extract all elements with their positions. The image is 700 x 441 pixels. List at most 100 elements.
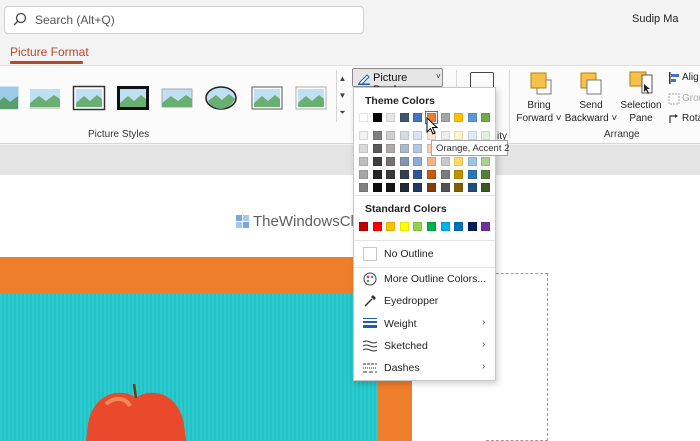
- theme-shade-swatch[interactable]: [372, 157, 382, 166]
- dashes-item[interactable]: Dashes ›: [354, 357, 495, 379]
- theme-color-swatch[interactable]: [359, 113, 368, 122]
- theme-color-swatch[interactable]: [440, 113, 450, 122]
- theme-shade-swatch[interactable]: [427, 170, 436, 179]
- theme-shade-swatch[interactable]: [399, 144, 409, 153]
- theme-shade-swatch[interactable]: [467, 170, 477, 179]
- theme-color-swatch[interactable]: [413, 113, 423, 122]
- theme-shade-swatch[interactable]: [481, 170, 491, 179]
- picture-teal-background[interactable]: [0, 294, 378, 441]
- standard-color-swatch[interactable]: [481, 222, 491, 231]
- theme-shade-swatch[interactable]: [454, 131, 464, 140]
- tab-active-indicator: [10, 61, 83, 64]
- picture-style-thumb[interactable]: [116, 84, 150, 112]
- more-icon[interactable]: ⏷: [337, 104, 348, 121]
- theme-shade-swatch[interactable]: [372, 144, 382, 153]
- theme-shade-swatch[interactable]: [440, 157, 450, 166]
- picture-style-thumb[interactable]: [72, 84, 106, 112]
- standard-color-swatch[interactable]: [467, 222, 477, 231]
- theme-color-swatch[interactable]: [386, 113, 396, 122]
- standard-color-swatch[interactable]: [399, 222, 409, 231]
- scroll-down-icon[interactable]: ▼: [337, 87, 348, 104]
- theme-shade-swatch[interactable]: [454, 157, 464, 166]
- theme-shade-swatch[interactable]: [467, 131, 477, 140]
- no-outline-item[interactable]: No Outline: [354, 243, 495, 265]
- standard-color-swatch[interactable]: [427, 222, 436, 231]
- theme-shade-swatch[interactable]: [386, 183, 396, 192]
- theme-shade-swatch[interactable]: [359, 144, 368, 153]
- theme-shade-swatch[interactable]: [413, 157, 423, 166]
- theme-shade-swatch[interactable]: [386, 157, 396, 166]
- standard-color-swatch[interactable]: [413, 222, 423, 231]
- theme-shade-swatch[interactable]: [399, 157, 409, 166]
- picture-style-thumb[interactable]: [294, 84, 328, 112]
- bring-forward-button[interactable]: Bring Forward ˅: [516, 99, 562, 125]
- theme-shade-swatch[interactable]: [427, 183, 436, 192]
- no-outline-label: No Outline: [384, 248, 434, 260]
- standard-color-swatch[interactable]: [372, 222, 382, 231]
- theme-shade-swatch[interactable]: [454, 170, 464, 179]
- theme-shade-swatch[interactable]: [481, 183, 491, 192]
- picture-style-thumb[interactable]: [160, 84, 194, 112]
- search-box[interactable]: Search (Alt+Q): [4, 6, 364, 34]
- more-outline-colors-item[interactable]: More Outline Colors...: [354, 268, 495, 290]
- group-button[interactable]: Grou: [682, 93, 700, 104]
- scroll-up-icon[interactable]: ▲: [337, 70, 348, 87]
- standard-color-swatch[interactable]: [386, 222, 396, 231]
- theme-shade-swatch[interactable]: [399, 183, 409, 192]
- send-backward-icon: [580, 72, 602, 95]
- theme-shade-swatch[interactable]: [413, 183, 423, 192]
- theme-color-swatch[interactable]: [481, 113, 491, 122]
- theme-color-swatch[interactable]: [467, 113, 477, 122]
- picture-style-thumb[interactable]: [250, 84, 284, 112]
- theme-shade-swatch[interactable]: [372, 131, 382, 140]
- theme-shade-swatch[interactable]: [413, 144, 423, 153]
- theme-color-swatch[interactable]: [399, 113, 409, 122]
- chevron-right-icon: ›: [482, 361, 486, 372]
- align-button[interactable]: Alig: [682, 72, 699, 83]
- theme-shade-swatch[interactable]: [359, 170, 368, 179]
- theme-shade-swatch[interactable]: [454, 183, 464, 192]
- theme-shade-swatch[interactable]: [372, 183, 382, 192]
- theme-shade-swatch[interactable]: [386, 170, 396, 179]
- tab-picture-format[interactable]: Picture Format: [10, 45, 89, 59]
- selection-pane-button[interactable]: Selection Pane: [616, 99, 666, 125]
- theme-shade-swatch[interactable]: [467, 157, 477, 166]
- theme-color-swatch[interactable]: [372, 113, 382, 122]
- menu-divider: [354, 195, 495, 196]
- theme-shade-swatch[interactable]: [440, 183, 450, 192]
- picture-style-thumb[interactable]: [28, 84, 62, 112]
- sketched-item[interactable]: Sketched ›: [354, 335, 495, 357]
- theme-shade-swatch[interactable]: [359, 183, 368, 192]
- send-backward-button[interactable]: Send Backward ˅: [562, 99, 620, 125]
- theme-colors-header: Theme Colors: [365, 95, 436, 107]
- theme-shade-swatch[interactable]: [427, 157, 436, 166]
- theme-shade-swatch[interactable]: [481, 157, 491, 166]
- standard-color-swatch[interactable]: [454, 222, 464, 231]
- theme-shade-swatch[interactable]: [372, 170, 382, 179]
- theme-shade-swatch[interactable]: [386, 144, 396, 153]
- theme-shade-swatch[interactable]: [467, 183, 477, 192]
- bring-forward-icon: [530, 72, 552, 95]
- weight-item[interactable]: Weight ›: [354, 313, 495, 335]
- theme-shade-swatch[interactable]: [399, 170, 409, 179]
- theme-shade-swatch[interactable]: [359, 157, 368, 166]
- standard-color-swatch[interactable]: [440, 222, 450, 231]
- theme-shade-swatch[interactable]: [413, 170, 423, 179]
- theme-shade-swatch[interactable]: [481, 131, 491, 140]
- picture-border-button[interactable]: Picture Border ˅: [352, 68, 443, 96]
- rotate-button[interactable]: Rota: [682, 113, 700, 124]
- search-input[interactable]: Search (Alt+Q): [35, 13, 115, 27]
- theme-shade-swatch[interactable]: [440, 170, 450, 179]
- theme-shade-swatch[interactable]: [399, 131, 409, 140]
- theme-color-swatch[interactable]: [454, 113, 464, 122]
- picture-style-thumb[interactable]: [0, 84, 28, 112]
- theme-shade-swatch[interactable]: [413, 131, 423, 140]
- user-name[interactable]: Sudip Ma: [632, 13, 678, 25]
- eyedropper-item[interactable]: Eyedropper: [354, 290, 495, 312]
- gallery-scroll[interactable]: ▲ ▼ ⏷: [336, 70, 348, 122]
- theme-shade-swatch[interactable]: [440, 131, 450, 140]
- theme-shade-swatch[interactable]: [386, 131, 396, 140]
- theme-shade-swatch[interactable]: [359, 131, 368, 140]
- standard-color-swatch[interactable]: [359, 222, 368, 231]
- picture-style-thumb[interactable]: [204, 84, 238, 112]
